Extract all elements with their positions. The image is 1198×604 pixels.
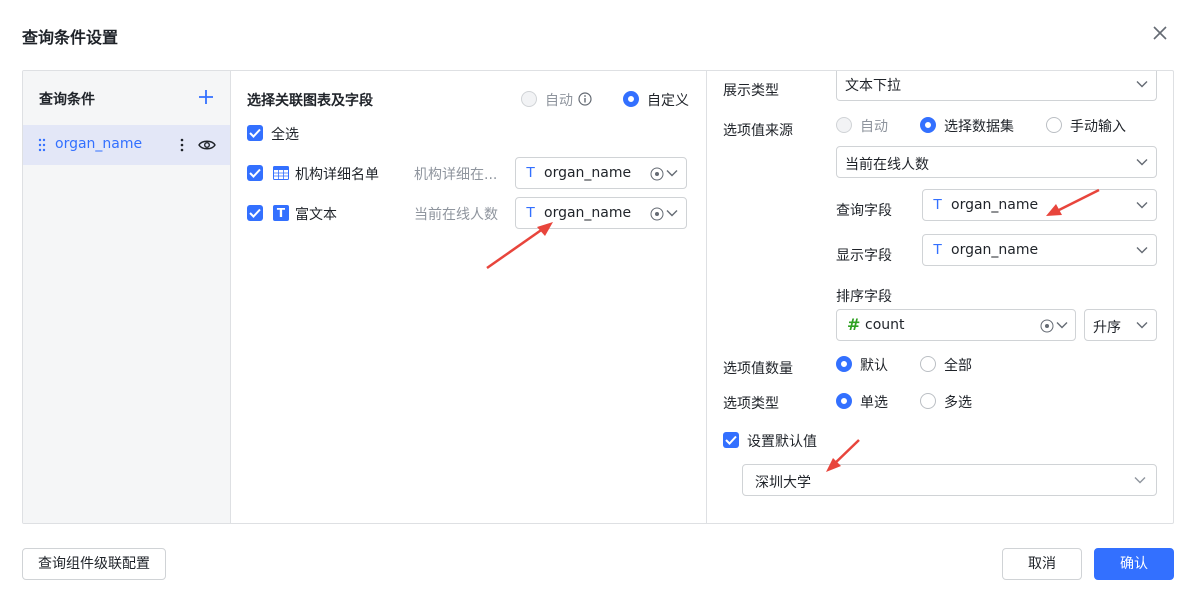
condition-list-panel: 查询条件 organ_name	[23, 71, 231, 523]
chart-field-value: organ_name	[544, 205, 632, 221]
query-settings-dialog: 查询条件设置 查询条件 organ_name 选择关联图表及字段 自动 自定义 …	[0, 0, 1198, 604]
close-icon[interactable]	[1150, 23, 1170, 43]
eye-icon[interactable]	[198, 137, 216, 153]
source-manual-radio[interactable]	[1046, 117, 1062, 133]
chart-field-panel: 选择关联图表及字段 自动 自定义 全选 机构详细名单 机构详细在... T or…	[231, 71, 707, 523]
default-value-value: 深圳大学	[755, 475, 811, 491]
source-manual-label: 手动输入	[1070, 119, 1126, 135]
chart-field-title: 选择关联图表及字段	[247, 93, 373, 109]
mode-auto-label: 自动	[545, 93, 573, 109]
field-type-text-icon: T	[933, 241, 943, 258]
annotation-arrow-icon	[826, 439, 860, 472]
query-field-value: organ_name	[951, 197, 1039, 213]
chart-dataset: 机构详细在...	[414, 167, 498, 183]
count-default-label: 默认	[860, 358, 888, 374]
mode-custom-radio[interactable]	[623, 91, 639, 107]
sort-order-select[interactable]: 升序	[1084, 309, 1157, 341]
chevron-down-icon[interactable]	[1136, 246, 1148, 254]
field-type-text-icon: T	[526, 204, 536, 221]
clear-icon[interactable]	[650, 207, 664, 221]
chart-name: 富文本	[295, 207, 337, 223]
more-vertical-icon[interactable]	[177, 137, 187, 153]
sort-field-select[interactable]: # count	[836, 309, 1076, 341]
default-value-label: 设置默认值	[747, 434, 817, 450]
sort-field-label: 排序字段	[836, 289, 892, 305]
condition-list-title: 查询条件	[39, 92, 95, 108]
clear-icon[interactable]	[650, 167, 664, 181]
dialog-title: 查询条件设置	[22, 28, 119, 47]
count-default-radio[interactable]	[836, 356, 852, 372]
display-type-select[interactable]: 文本下拉	[836, 71, 1157, 101]
chevron-down-icon[interactable]	[1056, 321, 1068, 329]
source-label: 选项值来源	[723, 123, 793, 139]
source-dataset-radio[interactable]	[920, 117, 936, 133]
field-type-number-icon: #	[847, 315, 861, 334]
cascade-config-button[interactable]: 查询组件级联配置	[22, 548, 166, 580]
mode-auto-radio[interactable]	[521, 91, 537, 107]
chart-name: 机构详细名单	[295, 167, 379, 183]
dialog-body: 查询条件 organ_name 选择关联图表及字段 自动 自定义 全选 机构详细…	[22, 70, 1174, 524]
condition-item[interactable]: organ_name	[23, 125, 230, 165]
confirm-button[interactable]: 确认	[1094, 548, 1174, 580]
info-icon	[578, 92, 592, 106]
chevron-down-icon[interactable]	[1136, 321, 1148, 329]
default-value-checkbox[interactable]	[723, 432, 739, 448]
chart-field-select[interactable]: T organ_name	[515, 157, 687, 189]
display-field-select[interactable]: T organ_name	[922, 234, 1157, 266]
default-value-select[interactable]: 深圳大学	[742, 464, 1157, 496]
count-all-radio[interactable]	[920, 356, 936, 372]
type-multi-radio[interactable]	[920, 393, 936, 409]
type-single-label: 单选	[860, 395, 888, 411]
select-all-checkbox[interactable]	[247, 125, 263, 141]
chevron-down-icon[interactable]	[1136, 80, 1148, 88]
sort-field-value: count	[865, 317, 905, 333]
annotation-arrow-icon	[1046, 188, 1100, 216]
clear-icon[interactable]	[1040, 319, 1054, 333]
table-icon	[273, 166, 289, 180]
chevron-down-icon[interactable]	[1134, 476, 1146, 484]
type-single-radio[interactable]	[836, 393, 852, 409]
condition-item-label: organ_name	[55, 136, 143, 152]
chevron-down-icon[interactable]	[666, 169, 678, 177]
annotation-arrow-icon	[486, 222, 553, 270]
condition-config-panel: 展示类型 文本下拉 选项值来源 自动 选择数据集 手动输入 当前在线人数 查询字…	[707, 71, 1173, 523]
plus-icon[interactable]	[197, 88, 215, 106]
source-auto-radio[interactable]	[836, 117, 852, 133]
chart-checkbox[interactable]	[247, 205, 263, 221]
dataset-select[interactable]: 当前在线人数	[836, 146, 1157, 178]
mode-custom-label: 自定义	[647, 93, 689, 109]
chevron-down-icon[interactable]	[666, 209, 678, 217]
query-field-label: 查询字段	[836, 203, 892, 219]
text-icon: T	[273, 205, 289, 221]
query-field-select[interactable]: T organ_name	[922, 189, 1157, 221]
count-all-label: 全部	[944, 358, 972, 374]
chevron-down-icon[interactable]	[1136, 201, 1148, 209]
chart-checkbox[interactable]	[247, 165, 263, 181]
display-type-label: 展示类型	[723, 83, 779, 99]
field-type-text-icon: T	[526, 164, 536, 181]
chevron-down-icon[interactable]	[1136, 158, 1148, 166]
display-field-label: 显示字段	[836, 248, 892, 264]
dataset-value: 当前在线人数	[845, 157, 929, 173]
cancel-button[interactable]: 取消	[1002, 548, 1082, 580]
source-auto-label: 自动	[860, 119, 888, 135]
display-field-value: organ_name	[951, 242, 1039, 258]
type-multi-label: 多选	[944, 395, 972, 411]
display-type-value: 文本下拉	[845, 78, 901, 94]
field-type-text-icon: T	[933, 196, 943, 213]
select-all-label: 全选	[271, 127, 299, 143]
option-type-label: 选项类型	[723, 396, 779, 412]
chart-field-value: organ_name	[544, 165, 632, 181]
option-count-label: 选项值数量	[723, 361, 793, 377]
drag-handle-icon[interactable]	[37, 137, 47, 153]
source-dataset-label: 选择数据集	[944, 119, 1014, 135]
sort-order-value: 升序	[1093, 320, 1121, 336]
